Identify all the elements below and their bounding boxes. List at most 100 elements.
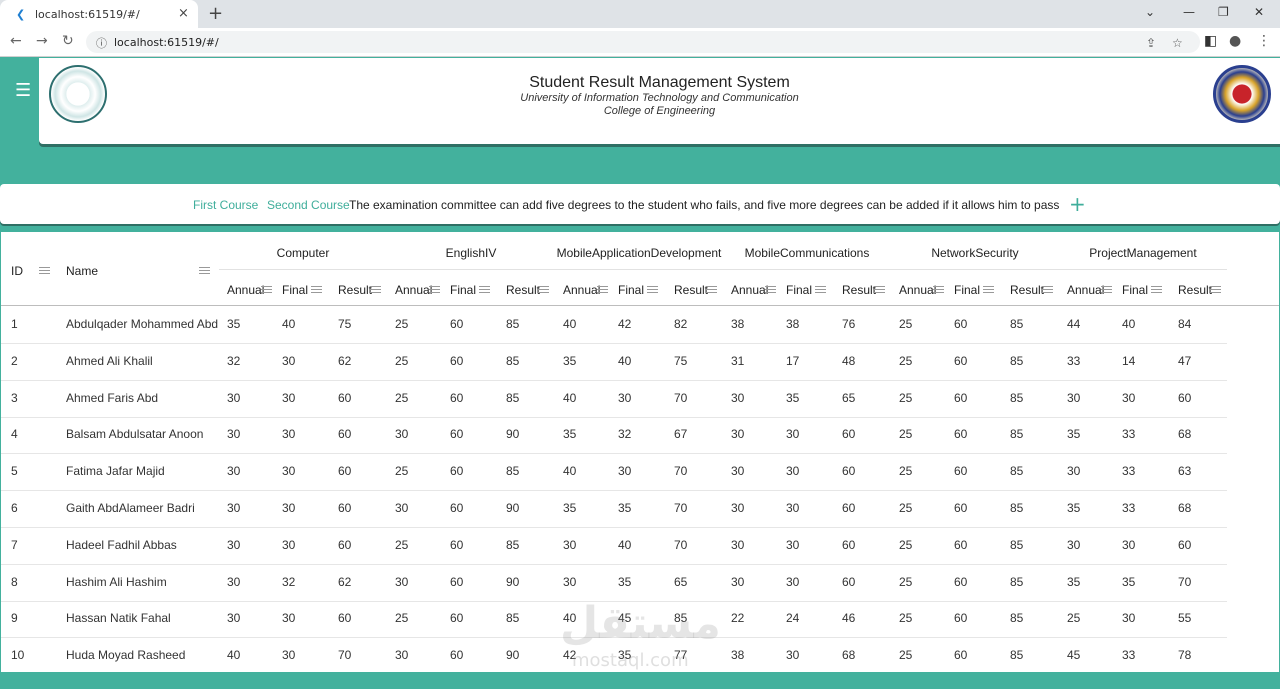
group-header[interactable]: Computer [219, 246, 387, 260]
cell-grade: 30 [227, 390, 241, 405]
cell-grade: 25 [899, 611, 913, 626]
url-field[interactable]: ⓘ localhost:61519/#/ ⇪ ☆ [86, 31, 1200, 53]
sub-column-header[interactable]: Result [506, 283, 540, 297]
cell-grade: 30 [618, 390, 632, 405]
column-menu-icon[interactable] [199, 267, 210, 274]
table-row[interactable]: 6 Gaith AbdAlameer Badri 30 30 60 30 60 90 35 35 7… [1, 490, 1227, 528]
table-row[interactable]: 2 Ahmed Ali Khalil 32 30 62 25 60 85 35 40 75 31 17 4… [1, 343, 1227, 381]
column-menu-icon[interactable] [261, 286, 272, 293]
cell-grade: 30 [1067, 464, 1081, 479]
add-degrees-icon[interactable]: + [1069, 192, 1086, 216]
column-menu-icon[interactable] [538, 286, 549, 293]
cell-grade: 35 [227, 317, 241, 331]
cell-id: 9 [11, 611, 18, 626]
column-header-id[interactable]: ID [11, 264, 23, 278]
sub-column-header[interactable]: Final [786, 283, 812, 297]
column-menu-icon[interactable] [311, 286, 322, 293]
column-menu-icon[interactable] [597, 286, 608, 293]
tab-search-icon[interactable]: ⌄ [1145, 5, 1155, 19]
group-header[interactable]: EnglishIV [387, 246, 555, 260]
more-menu-icon[interactable]: ⋮ [1257, 33, 1271, 49]
column-header-name[interactable]: Name [66, 264, 98, 278]
sub-column-header[interactable]: Final [282, 283, 308, 297]
column-menu-icon[interactable] [1101, 286, 1112, 293]
close-window-icon[interactable]: ✕ [1254, 5, 1264, 19]
column-menu-icon[interactable] [1151, 286, 1162, 293]
footer-strip [0, 672, 1280, 689]
column-menu-icon[interactable] [874, 286, 885, 293]
reload-icon[interactable]: ↻ [62, 33, 74, 49]
column-menu-icon[interactable] [1042, 286, 1053, 293]
minimize-icon[interactable]: — [1183, 5, 1195, 19]
cell-grade: 85 [1010, 501, 1024, 515]
side-panel-icon[interactable]: ◧ [1204, 33, 1217, 49]
table-row[interactable]: 3 Ahmed Faris Abd 30 30 60 25 60 85 40 30 70 30 35 65… [1, 380, 1227, 418]
sub-column-header[interactable]: Final [954, 283, 980, 297]
group-header[interactable]: MobileApplicationDevelopment [555, 246, 723, 260]
cell-grade: 60 [954, 427, 968, 442]
sub-column-header[interactable]: Final [1122, 283, 1148, 297]
tab-first-course[interactable]: First Course [193, 198, 258, 212]
column-menu-icon[interactable] [39, 267, 50, 274]
group-header[interactable]: NetworkSecurity [891, 246, 1059, 260]
cell-grade: 30 [786, 574, 800, 589]
bookmark-star-icon[interactable]: ☆ [1172, 36, 1183, 50]
cell-grade: 25 [899, 464, 913, 479]
cell-grade: 63 [1178, 464, 1192, 479]
cell-grade: 70 [1178, 574, 1192, 589]
profile-icon[interactable]: ● [1229, 33, 1241, 49]
cell-grade: 70 [674, 464, 688, 479]
sub-column-header[interactable]: Annual [395, 283, 432, 297]
watermark-url: mostaql.com [572, 650, 689, 671]
sub-column-header[interactable]: Annual [1067, 283, 1104, 297]
sub-column-header[interactable]: Annual [731, 283, 768, 297]
browser-tab[interactable]: ❮ localhost:61519/#/ × [0, 0, 198, 28]
sub-column-header[interactable]: Final [450, 283, 476, 297]
table-row[interactable]: 8 Hashim Ali Hashim 30 32 62 30 60 90 30 35 65 30 30… [1, 564, 1227, 602]
cell-grade: 35 [618, 574, 632, 589]
table-row[interactable]: 4 Balsam Abdulsatar Anoon 30 30 60 30 60 90 35 32… [1, 416, 1227, 455]
sub-column-header[interactable]: Result [1178, 283, 1212, 297]
sub-column-header[interactable]: Result [674, 283, 708, 297]
restore-icon[interactable]: ❐ [1218, 5, 1229, 19]
column-menu-icon[interactable] [429, 286, 440, 293]
cell-grade: 35 [1067, 501, 1081, 515]
column-menu-icon[interactable] [479, 286, 490, 293]
group-divider [219, 269, 1227, 270]
hamburger-menu-icon[interactable]: ☰ [15, 80, 31, 101]
sub-column-header[interactable]: Annual [563, 283, 600, 297]
column-menu-icon[interactable] [647, 286, 658, 293]
cell-grade: 25 [899, 353, 913, 368]
sub-column-header[interactable]: Annual [899, 283, 936, 297]
sub-column-header[interactable]: Final [618, 283, 644, 297]
cell-grade: 25 [395, 353, 409, 368]
site-info-icon[interactable]: ⓘ [96, 35, 107, 51]
forward-icon[interactable]: → [36, 33, 48, 49]
table-row[interactable]: 7 Hadeel Fadhil Abbas 30 30 60 25 60 85 30 40 70 30… [1, 527, 1227, 565]
column-menu-icon[interactable] [765, 286, 776, 293]
share-icon[interactable]: ⇪ [1146, 36, 1156, 50]
column-menu-icon[interactable] [706, 286, 717, 293]
sub-column-header[interactable]: Result [842, 283, 876, 297]
new-tab-icon[interactable]: + [208, 3, 223, 24]
column-menu-icon[interactable] [815, 286, 826, 293]
column-menu-icon[interactable] [1210, 286, 1221, 293]
table-row[interactable]: 1 Abdulqader Mohammed Abd 35 40 75 25 60 85 40 42… [1, 306, 1227, 344]
column-menu-icon[interactable] [933, 286, 944, 293]
sub-column-header[interactable]: Result [1010, 283, 1044, 297]
column-menu-icon[interactable] [370, 286, 381, 293]
cell-grade: 85 [1010, 574, 1024, 589]
tab-second-course[interactable]: Second Course [267, 198, 350, 212]
cell-grade: 25 [395, 537, 409, 552]
group-header[interactable]: MobileCommunications [723, 246, 891, 260]
sub-column-header[interactable]: Annual [227, 283, 264, 297]
group-header[interactable]: ProjectManagement [1059, 246, 1227, 260]
cell-grade: 30 [395, 648, 409, 663]
back-icon[interactable]: ← [10, 33, 22, 49]
table-row[interactable]: 5 Fatima Jafar Majid 30 30 60 25 60 85 40 30 70 30 3… [1, 453, 1227, 492]
cell-id: 5 [11, 464, 18, 479]
sub-column-header[interactable]: Result [338, 283, 372, 297]
column-menu-icon[interactable] [983, 286, 994, 293]
close-tab-icon[interactable]: × [178, 6, 189, 21]
cell-grade: 30 [731, 427, 745, 442]
